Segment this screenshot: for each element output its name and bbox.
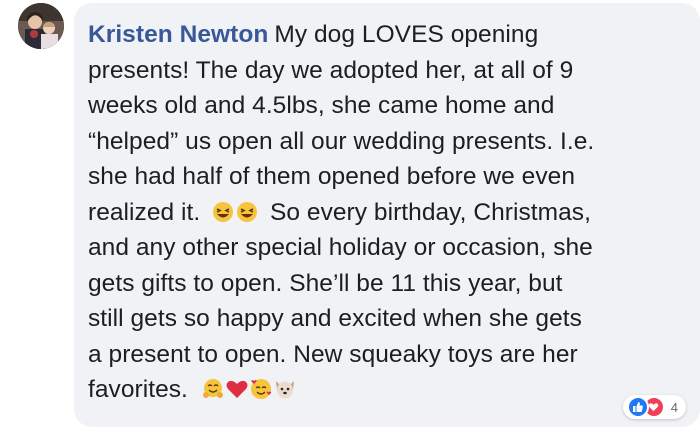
comment-line: favorites. [88,372,688,408]
smiling-face-with-hearts-icon [250,379,271,399]
dog-face-icon [275,381,294,399]
reaction-count: 4 [670,399,678,415]
comment-bubble: Kristen Newton My dog LOVES opening prese… [74,3,700,427]
comment-line: Kristen Newton My dog LOVES opening [88,17,688,53]
reactions-summary[interactable]: 4 [622,395,686,419]
grinning-squinting-face-icon [213,201,234,222]
comment-line: weeks old and 4.5lbs, she came home and [88,92,555,119]
comment-line: realized it. So every birthday, Christma… [88,195,688,231]
comment-line: “helped” us open all our wedding present… [88,127,595,155]
author-name[interactable]: Kristen Newton [88,21,268,48]
comment-line: presents! The day we adopted her, at all… [88,56,574,84]
comment-line: gets gifts to open. She’ll be 11 this ye… [88,269,563,297]
smiling-face-with-hearts-hug-icon [202,379,223,398]
grinning-squinting-face-icon [237,201,258,222]
like-icon [626,396,649,418]
comment-line-text: So every birthday, Christmas, [269,198,591,226]
comment-line-text: My dog LOVES opening [274,21,539,48]
avatar[interactable] [18,3,64,49]
comment-line: and any other special holiday or occasio… [88,234,593,261]
comment-text: Kristen Newton My dog LOVES opening prese… [88,17,688,408]
comment-line: she had half of them opened before we ev… [88,163,576,190]
comment-line: a present to open. New squeaky toys are … [88,340,578,368]
comment-line-text: favorites. [88,376,188,403]
red-heart-icon [226,380,248,398]
avatar-photo-icon [18,3,64,49]
comment-line-text: realized it. [88,198,201,226]
comment-line: still gets so happy and excited when she… [88,305,582,332]
